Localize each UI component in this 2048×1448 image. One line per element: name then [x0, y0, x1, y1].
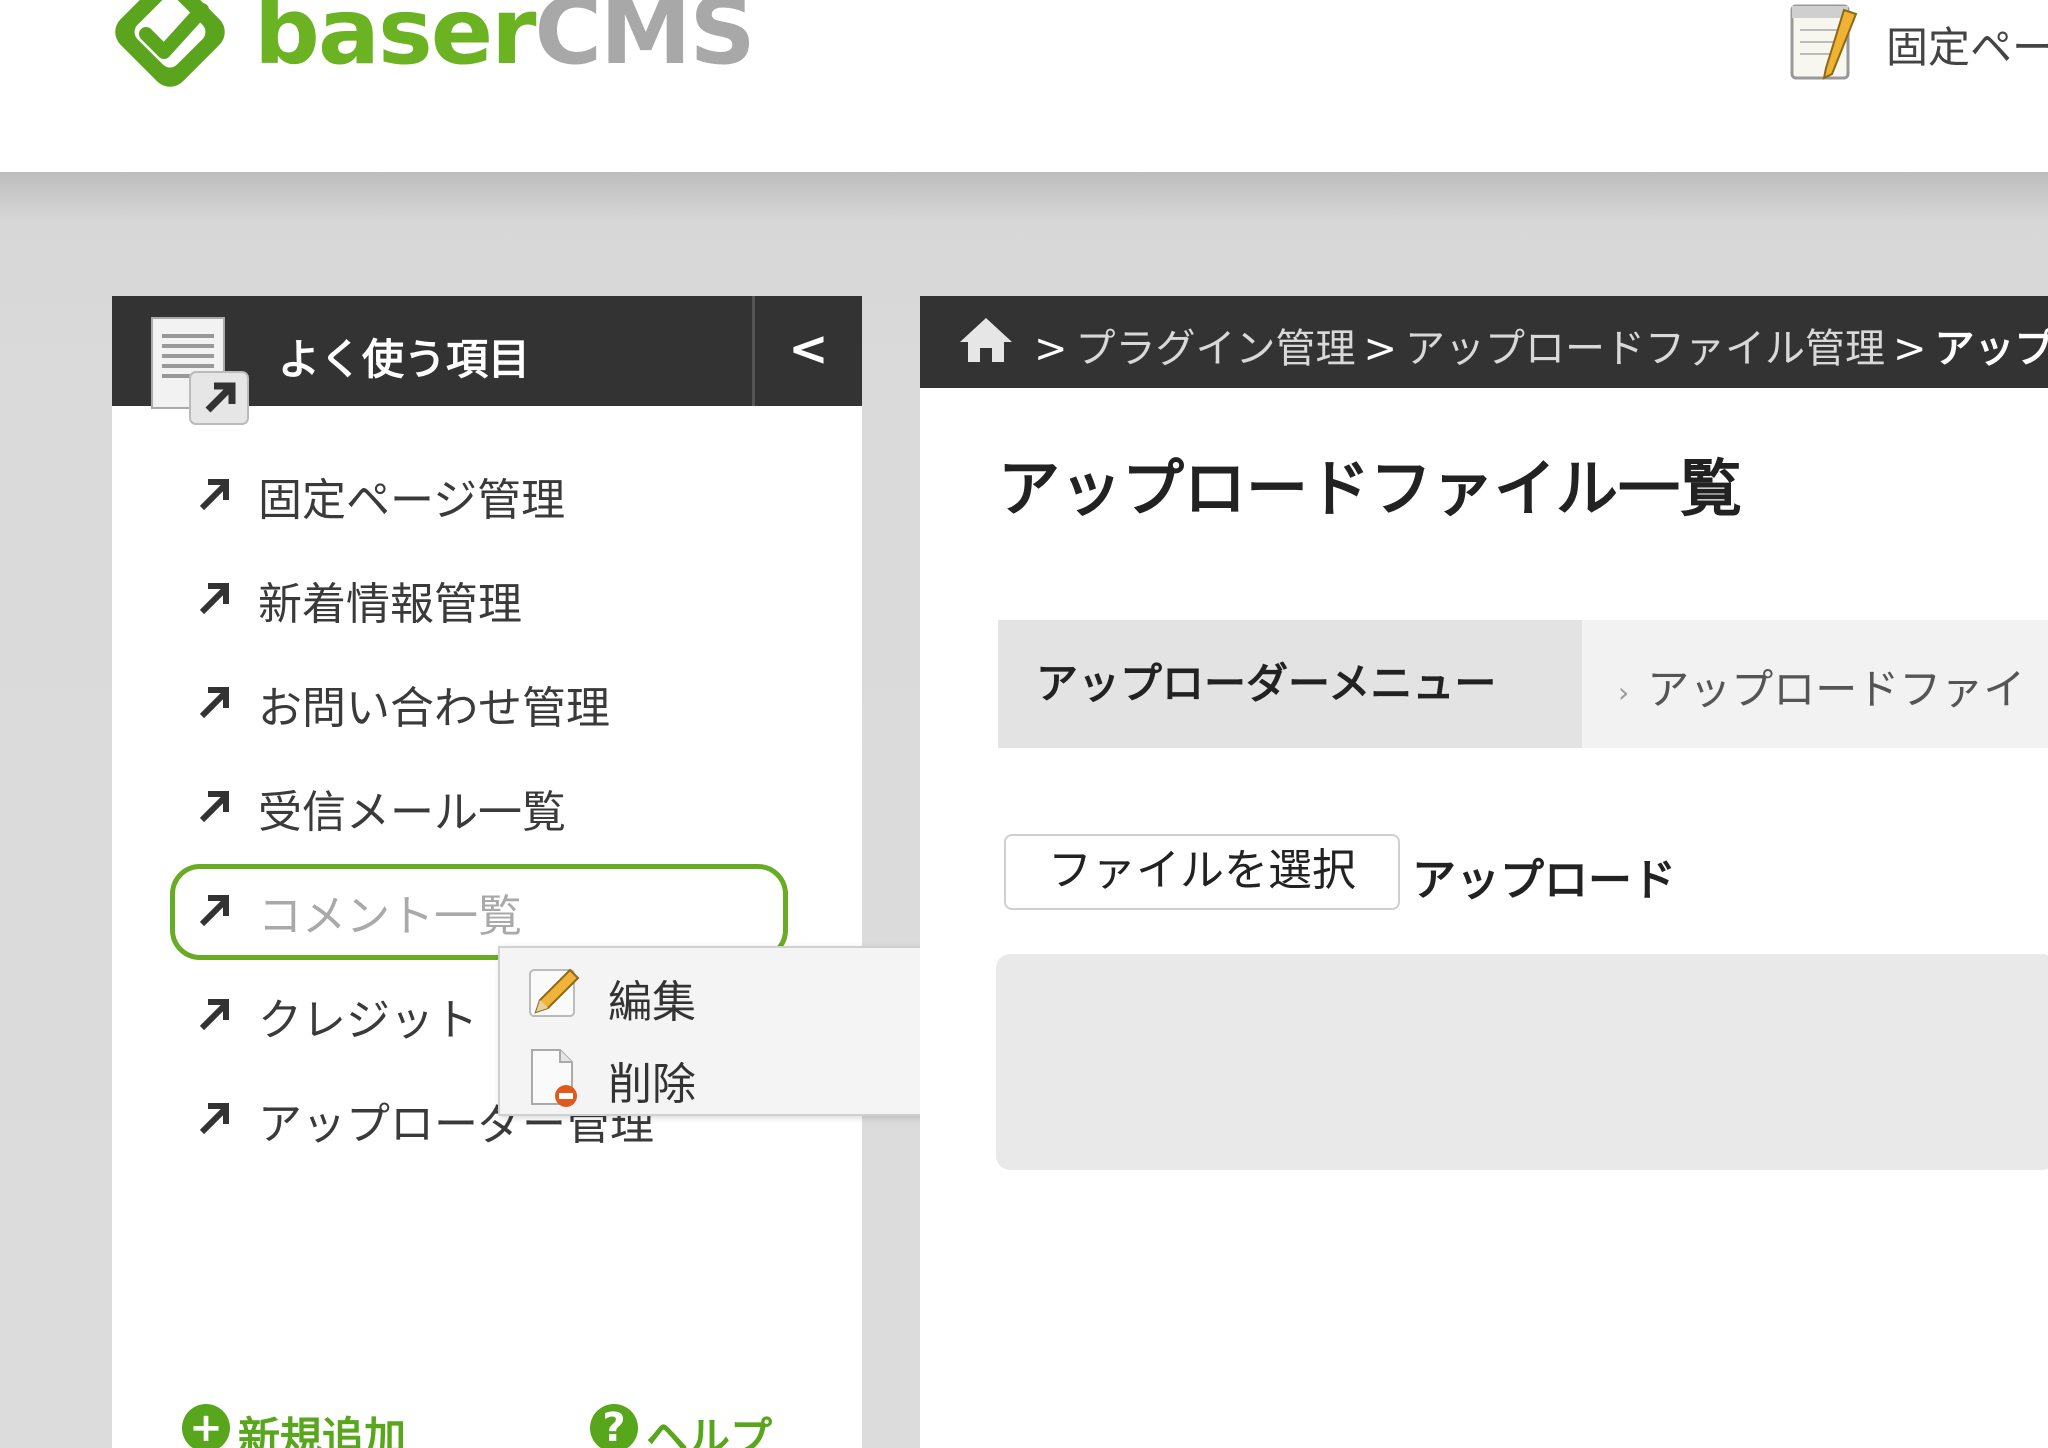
shortcut-arrow-icon — [199, 687, 229, 719]
help-button[interactable]: ? ヘルプ — [590, 1404, 772, 1448]
shortcut-arrow-icon — [199, 583, 229, 615]
logo-text-primary: baser — [254, 0, 536, 85]
sidebar-item-pages[interactable]: 固定ページ管理 — [112, 442, 862, 546]
main-content: > プラグイン管理 > アップロードファイル管理 > アップ アップロードファイル一覧 ア… — [920, 296, 2048, 1448]
shortcut-arrow-icon — [199, 479, 229, 511]
add-favorite-label: 新規追加 — [238, 1413, 407, 1448]
question-circle-icon: ? — [590, 1404, 638, 1448]
submenu-title: アップローダーメニュー — [998, 620, 1582, 748]
breadcrumb-separator: > — [1034, 326, 1068, 372]
sidebar-item-news[interactable]: 新着情報管理 — [112, 546, 862, 650]
favorites-doc-icon — [151, 317, 249, 425]
context-menu-delete[interactable]: 削除 — [500, 1032, 950, 1112]
breadcrumb-separator: > — [1893, 326, 1927, 372]
header: baserCMS 固定ペー — [0, 0, 2048, 172]
header-link-label: 固定ペー — [1886, 23, 2048, 72]
sidebar-item-label: 受信メール一覧 — [258, 787, 566, 838]
logo-mark-icon — [115, 0, 225, 87]
file-list-area — [996, 954, 2048, 1170]
home-icon[interactable] — [958, 316, 1014, 364]
uploader-submenu: アップローダーメニュー › アップロードファイ — [998, 620, 2048, 748]
add-favorite-button[interactable]: + 新規追加 — [182, 1404, 406, 1448]
notepad-icon — [1790, 4, 1858, 80]
shortcut-arrow-icon — [199, 1103, 229, 1135]
sidebar-item-label: 固定ページ管理 — [258, 475, 566, 526]
breadcrumb-upload-file-management[interactable]: アップロードファイル管理 — [1405, 326, 1885, 372]
logo-text: baserCMS — [254, 0, 756, 85]
context-menu-delete-label: 削除 — [608, 1059, 696, 1110]
shortcut-arrow-icon — [199, 791, 229, 823]
basercms-logo[interactable]: baserCMS — [106, 0, 756, 100]
shortcut-arrow-icon — [199, 895, 229, 927]
breadcrumb-plugin-management[interactable]: プラグイン管理 — [1076, 326, 1356, 372]
breadcrumb: > プラグイン管理 > アップロードファイル管理 > アップ — [920, 296, 2048, 388]
sidebar-item-contact[interactable]: お問い合わせ管理 — [112, 650, 862, 754]
sidebar-item-label: 新着情報管理 — [258, 579, 522, 630]
sidebar-item-label: コメント一覧 — [258, 891, 522, 942]
sidebar-footer: + 新規追加 ? ヘルプ — [182, 1404, 862, 1448]
shortcut-arrow-icon — [199, 999, 229, 1031]
help-label: ヘルプ — [646, 1413, 773, 1448]
context-menu-edit-label: 編集 — [608, 977, 696, 1028]
sidebar-item-label: お問い合わせ管理 — [258, 683, 610, 734]
chevron-right-icon: › — [1618, 676, 1630, 709]
submenu-link-label: アップロードファイ — [1647, 665, 2026, 714]
plus-circle-icon: + — [182, 1404, 230, 1448]
breadcrumb-current: アップ — [1934, 326, 2048, 372]
context-menu-edit[interactable]: 編集 — [500, 950, 950, 1030]
pencil-icon — [529, 968, 580, 1017]
sidebar-collapse-button[interactable]: < — [752, 296, 862, 406]
breadcrumb-trail: > プラグイン管理 > アップロードファイル管理 > アップ — [1026, 316, 2048, 374]
context-menu: 編集 削除 — [498, 946, 952, 1116]
page-title: アップロードファイル一覧 — [998, 452, 1743, 525]
sidebar-item-mail-received[interactable]: 受信メール一覧 — [112, 754, 862, 858]
logo-text-secondary: CMS — [534, 0, 755, 85]
submenu-link-upload-files[interactable]: › アップロードファイ — [1618, 656, 2025, 717]
delete-doc-icon — [531, 1049, 577, 1107]
breadcrumb-separator: > — [1363, 326, 1398, 372]
sidebar-item-label: クレジット — [258, 995, 478, 1046]
upload-label: アップロード — [1412, 855, 1676, 906]
file-select-button[interactable]: ファイルを選択 — [1004, 834, 1400, 910]
sidebar-title: よく使う項目 — [278, 335, 531, 384]
sidebar-header: よく使う項目 < — [112, 296, 862, 425]
favorites-sidebar: よく使う項目 < 固定ページ管理 新着情報管理 お問い合わせ管理 受信メール一覧… — [112, 296, 862, 1448]
